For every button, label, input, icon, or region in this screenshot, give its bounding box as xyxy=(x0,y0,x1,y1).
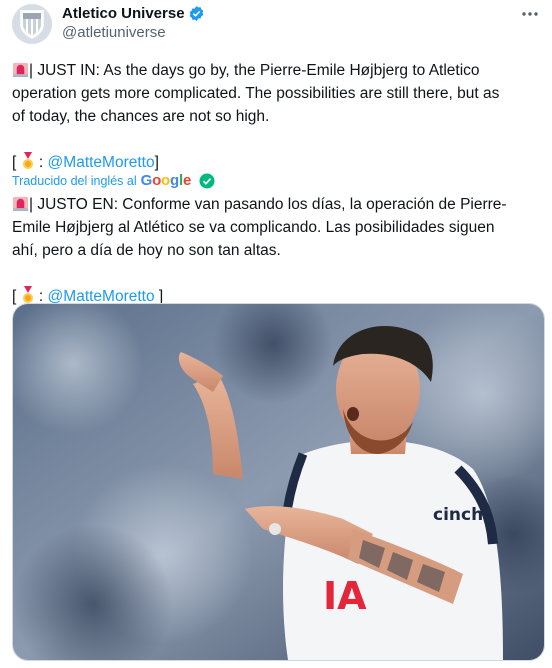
more-options-icon[interactable] xyxy=(520,4,540,29)
translated-line: Emile Højbjerg al Atlético se va complic… xyxy=(12,219,495,236)
bracket: ] xyxy=(154,154,159,171)
logo-letter: e xyxy=(182,172,192,189)
logo-letter: o xyxy=(161,172,171,189)
avatar[interactable] xyxy=(12,4,52,44)
medal-icon xyxy=(22,286,33,303)
tweet-line: | JUST IN: As the days go by, the Pierre… xyxy=(12,59,538,82)
tweet-text: | JUST IN: As the days go by, the Pierre… xyxy=(12,59,538,174)
display-name-text: Atletico Universe xyxy=(62,5,185,22)
police-light-icon xyxy=(12,196,29,212)
google-logo: Google xyxy=(141,172,192,189)
translated-text: | JUSTO EN: Conforme van pasando los día… xyxy=(12,193,538,308)
bracket: [ xyxy=(12,154,17,171)
translated-line: ahí, pero a día de hoy no son tan altas. xyxy=(12,242,281,259)
translation-notice[interactable]: Traducido del inglés al Google xyxy=(12,172,215,189)
tweet-line: of today, the chances are not so high. xyxy=(12,108,270,125)
tweet-line-text: | JUST IN: As the days go by, the Pierre… xyxy=(29,62,480,79)
tweet-header: Atletico Universe @atletiuniverse xyxy=(12,2,540,46)
tweet-line: operation gets more complicated. The pos… xyxy=(12,85,500,102)
display-name[interactable]: Atletico Universe xyxy=(62,5,205,22)
colon: : xyxy=(34,154,48,171)
tweet-photo[interactable]: cinch IA xyxy=(12,303,545,661)
bracket: [ xyxy=(12,288,17,305)
translation-check-icon xyxy=(199,173,215,188)
shirt-sponsor: cinch xyxy=(433,505,483,525)
translated-line-text: | JUSTO EN: Conforme van pasando los día… xyxy=(29,196,507,213)
mention-link[interactable]: @MatteMoretto xyxy=(48,154,155,171)
player-photo: cinch IA xyxy=(13,304,544,660)
translation-label: Traducido del inglés al xyxy=(12,173,137,188)
logo-letter: g xyxy=(170,172,179,189)
handle[interactable]: @atletiuniverse xyxy=(62,24,205,41)
translated-line: | JUSTO EN: Conforme van pasando los día… xyxy=(12,193,538,216)
author-info: Atletico Universe @atletiuniverse xyxy=(62,5,205,41)
logo-letter: o xyxy=(152,172,162,189)
police-light-icon xyxy=(12,62,29,78)
logo-letter: G xyxy=(140,172,153,189)
shirt-text: IA xyxy=(323,574,367,618)
atletico-crest-icon xyxy=(20,10,44,39)
medal-icon xyxy=(22,152,33,169)
credit-line: [ : @MatteMoretto] xyxy=(12,151,538,174)
verified-badge-icon xyxy=(189,6,203,21)
